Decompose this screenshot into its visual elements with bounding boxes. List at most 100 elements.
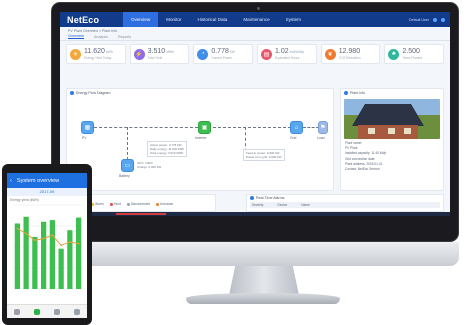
top-bar: NetEco Overview Monitor Historical Data … (60, 12, 450, 27)
plant-photo (344, 99, 440, 139)
legend-item: Alarm (91, 202, 104, 206)
alarm-tab-icon[interactable] (54, 308, 60, 315)
tab-overview[interactable]: Overview (68, 34, 84, 39)
chart-bar[interactable] (67, 230, 73, 289)
nav-historical-data[interactable]: Historical Data (189, 12, 235, 27)
kpi-card: ⚡ 3.510MWh Total Yield (129, 44, 190, 64)
trend-point (16, 227, 19, 230)
kpi-card: ▤ 1.02kWh/kWp Equivalent Hours (257, 44, 317, 64)
phone-header: ‹ System overview (7, 173, 87, 188)
column-header[interactable]: Name (301, 203, 310, 207)
trend-point (25, 232, 28, 235)
trend-point (60, 244, 63, 247)
house-window (388, 128, 395, 134)
flow-line (94, 127, 198, 128)
pv-node-icon[interactable]: ▦ (81, 121, 94, 134)
plant-info-panel: Plant Info Plant name: PV Plant Installe… (340, 88, 444, 191)
gauge-icon: ◔ (197, 48, 209, 60)
load-node-icon[interactable]: ⚑ (318, 121, 328, 134)
back-icon[interactable]: ‹ (10, 178, 12, 184)
kpi-label: Current Power (211, 56, 232, 60)
kpi-label: Trees Planted (402, 56, 423, 60)
chart-bar[interactable] (49, 220, 55, 289)
house-window (404, 128, 411, 134)
grid-tooltip: Feed-in power: 0.000 kW Power from grid:… (243, 149, 285, 161)
nav-overview[interactable]: Overview (123, 12, 159, 27)
inverter-node-icon[interactable]: ▣ (198, 121, 211, 134)
kpi-label: Equivalent Hours (275, 56, 300, 60)
flow-line (213, 127, 291, 128)
chart-bar[interactable] (41, 221, 47, 289)
user-area[interactable]: Default User (409, 17, 445, 22)
kpi-unit: kWh/kWp (289, 50, 305, 54)
solar-roof (352, 104, 424, 126)
load-label: Load (317, 136, 325, 140)
chart-tab-icon[interactable] (34, 308, 40, 315)
kpi-card: ☀ 11.620kWh Energy Yield Today (66, 44, 126, 64)
notification-icon[interactable] (433, 17, 437, 22)
profile-tab-icon[interactable] (74, 308, 80, 315)
chart-bar[interactable] (23, 216, 29, 289)
grid-node-icon[interactable]: ⌂ (290, 121, 303, 134)
inverter-total: Total energy: 3.510 MWh (150, 151, 184, 155)
kpi-label: Energy Yield Today (84, 56, 112, 60)
bolt-icon: ⚡ (133, 48, 145, 60)
chart-bar[interactable] (14, 223, 20, 289)
nav-maintenance[interactable]: Maintenance (235, 12, 277, 27)
tab-analysis[interactable]: Analysis (94, 35, 108, 39)
legend-item: Unknown (156, 202, 173, 206)
webcam (257, 7, 260, 10)
house-window (368, 128, 375, 134)
alarm-table-header: Severity Device Name (250, 202, 440, 208)
taskbar (60, 212, 450, 216)
kpi-value: 12.980 (338, 48, 361, 55)
chart-icon: ▤ (261, 48, 273, 60)
taskbar-alert (116, 213, 166, 215)
kpi-label: Total Yield (147, 56, 163, 60)
tab-reports[interactable]: Reports (118, 35, 131, 39)
inverter-tooltip: Active power: 0.778 kW Daily energy: 11.… (147, 141, 188, 157)
info-icon (344, 91, 348, 95)
user-name[interactable]: Default User (409, 18, 429, 22)
chart-bar[interactable] (58, 248, 64, 289)
column-header[interactable]: Device (278, 203, 288, 207)
kpi-card: ❦ 12.980 CO2 Reduction (320, 44, 381, 64)
chart-bar[interactable] (32, 236, 38, 289)
kpi-unit: kWh (105, 50, 113, 54)
legend-label: Disconnected (130, 202, 151, 206)
home-tab-icon[interactable] (14, 308, 20, 315)
trend-point (51, 234, 54, 237)
nav-monitor[interactable]: Monitor (158, 12, 189, 27)
battery-node-icon[interactable]: ▭ (121, 159, 134, 172)
kpi-value: 1.02 (275, 48, 289, 55)
kpi-value: 2.500 (402, 48, 420, 55)
subtabs: Overview Analysis Reports (60, 33, 450, 41)
flow-line (303, 127, 319, 128)
panel-title: Real-Time Alarms (256, 196, 285, 200)
chart-bar[interactable] (76, 217, 82, 289)
grid-label: Grid (290, 136, 297, 140)
phone-screen: ‹ System overview 2017-09 Energy yield (… (7, 173, 87, 318)
inverter-label: Inverter (195, 136, 207, 140)
app-logo: NetEco (67, 14, 100, 25)
trend-point (68, 241, 71, 243)
kpi-card: ◔ 0.778kW Current Power (193, 44, 254, 64)
monitor-chin (51, 242, 459, 266)
panel-title: Energy Flow Diagram (76, 91, 111, 95)
info-line: Contact: NetEco Service (345, 167, 380, 172)
main-nav: Overview Monitor Historical Data Mainten… (123, 12, 309, 27)
grid-import: Power from grid: 0.000 kW (246, 155, 282, 159)
kpi-unit: MWh (166, 50, 175, 54)
fault-dot-icon (109, 202, 113, 206)
phone-tab-bar (7, 304, 87, 318)
legend-label: Unknown (160, 202, 174, 206)
battery-charge: Charge: 0.000 kW (137, 165, 162, 169)
trend-point (42, 237, 45, 240)
column-header[interactable]: Severity (252, 203, 264, 207)
flow-icon (70, 91, 74, 95)
trend-point (77, 242, 80, 245)
nav-system[interactable]: System (278, 12, 309, 27)
alarms-panel: Real-Time Alarms Severity Device Name (246, 194, 444, 212)
phone-date[interactable]: 2017-09 (7, 188, 87, 196)
help-icon[interactable] (441, 17, 445, 22)
